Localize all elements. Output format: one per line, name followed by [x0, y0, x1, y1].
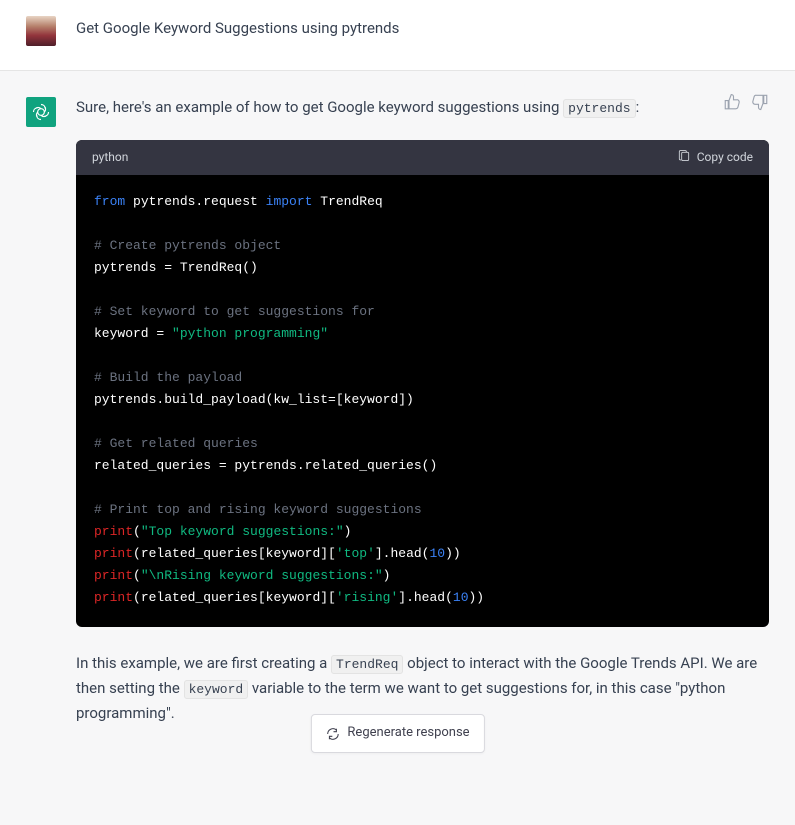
assistant-message: Sure, here's an example of how to get Go… — [0, 70, 795, 825]
thumbs-down-button[interactable] — [751, 93, 769, 111]
openai-logo-icon — [31, 102, 51, 122]
intro-text-suffix: : — [636, 98, 640, 116]
code-body[interactable]: from pytrends.request import TrendReq # … — [76, 175, 769, 627]
code-language-label: python — [92, 148, 128, 167]
clipboard-icon — [677, 150, 691, 164]
refresh-icon — [325, 727, 339, 741]
intro-text-prefix: Sure, here's an example of how to get Go… — [76, 98, 563, 116]
user-prompt-text: Get Google Keyword Suggestions using pyt… — [76, 14, 399, 40]
explain-text-1: In this example, we are first creating a — [76, 654, 331, 672]
copy-code-label: Copy code — [697, 148, 753, 167]
assistant-content: Sure, here's an example of how to get Go… — [76, 95, 769, 725]
regenerate-label: Regenerate response — [347, 723, 469, 744]
thumbs-down-icon — [751, 93, 769, 111]
thumbs-up-button[interactable] — [723, 93, 741, 111]
inline-code-trendreq: TrendReq — [331, 655, 403, 674]
inline-code-pytrends: pytrends — [563, 99, 635, 118]
user-message: Get Google Keyword Suggestions using pyt… — [0, 0, 795, 70]
inline-code-keyword: keyword — [184, 680, 249, 699]
feedback-buttons — [723, 93, 769, 111]
assistant-intro: Sure, here's an example of how to get Go… — [76, 95, 769, 120]
user-avatar — [26, 16, 56, 46]
assistant-avatar — [26, 97, 56, 127]
thumbs-up-icon — [723, 93, 741, 111]
copy-code-button[interactable]: Copy code — [677, 148, 753, 167]
code-block: python Copy code from pytrends.request i… — [76, 140, 769, 627]
code-header: python Copy code — [76, 140, 769, 175]
regenerate-response-button[interactable]: Regenerate response — [310, 714, 484, 753]
